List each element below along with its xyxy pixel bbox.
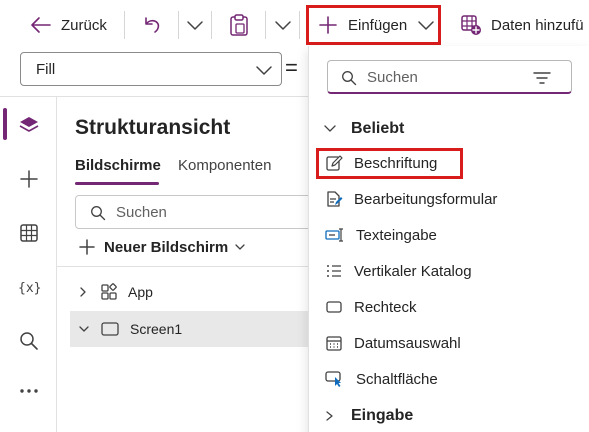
insert-item-text: Bearbeitungsformular [354,190,498,208]
equals-sign: = [285,55,298,80]
undo-icon [141,14,163,36]
new-screen-button[interactable]: Neuer Bildschirm [78,236,246,258]
rail-active-indicator [3,108,7,140]
undo-menu-button[interactable] [186,0,204,50]
group-header-popular[interactable]: Beliebt [323,117,404,141]
tree-view-layers-icon[interactable] [18,114,40,136]
more-options-icon[interactable] [18,380,40,402]
tab-components[interactable]: Komponenten [178,157,271,174]
insert-item-text: Vertikaler Katalog [354,262,472,280]
variables-icon[interactable]: {x} [18,276,41,298]
tree-view-title: Strukturansicht [75,116,231,139]
undo-button[interactable] [141,0,163,50]
tree-node-screen1[interactable]: Screen1 [70,311,310,347]
add-data-button[interactable]: Daten hinzufü [460,0,584,50]
insert-item-text: Texteingabe [356,226,437,244]
insert-item-text: Datumsauswahl [354,334,461,352]
tree-node-label: App [128,284,153,300]
property-value: Fill [36,61,56,78]
insert-search-input[interactable]: Suchen [327,60,572,94]
insert-item-vertical-gallery[interactable]: Vertikaler Katalog [325,257,472,285]
app-icon [100,283,118,301]
insert-flyout: Suchen Beliebt Beschriftung Bearbeitungs… [308,46,589,432]
back-button[interactable]: Zurück [30,0,107,50]
insert-item-date-picker[interactable]: Datumsauswahl [325,329,461,357]
chevron-down-icon [323,124,337,134]
toolbar-divider [265,11,266,39]
label-highlight-frame [316,148,463,179]
screen-icon [100,321,120,337]
tree-search-placeholder: Suchen [116,204,167,221]
tree-node-label: Screen1 [130,321,183,337]
table-add-icon [460,14,482,36]
add-data-label: Daten hinzufü [491,16,584,34]
command-bar: Zurück Einfügen Daten hinzufü [0,0,589,50]
text-input-icon [325,226,345,244]
search-icon [90,205,106,221]
insert-item-text: Rechteck [354,298,417,316]
insert-search-placeholder: Suchen [367,69,418,86]
tab-screens[interactable]: Bildschirme [75,157,161,174]
paste-menu-button[interactable] [274,0,292,50]
insert-item-edit-form[interactable]: Bearbeitungsformular [325,185,497,213]
property-dropdown[interactable]: Fill [20,52,282,86]
group-header-label: Eingabe [351,407,414,424]
group-header-label: Beliebt [351,120,405,137]
active-tab-indicator [75,182,159,185]
insert-item-button[interactable]: Schaltfläche [325,365,438,393]
toolbar-divider [124,11,125,39]
insert-item-rectangle[interactable]: Rechteck [325,293,417,321]
toolbar-divider [178,11,179,39]
tree-search-input[interactable]: Suchen [75,195,315,229]
button-icon [325,369,345,389]
tree-divider [57,266,308,267]
edit-form-icon [325,190,343,208]
chevron-right-icon [78,286,88,298]
chevron-right-icon [323,410,337,422]
filter-icon[interactable] [533,71,551,85]
arrow-left-icon [30,15,52,35]
data-table-icon[interactable] [18,222,40,244]
chevron-down-icon [234,243,246,251]
insert-highlight-frame [306,5,441,45]
date-picker-icon [325,334,343,352]
group-header-input[interactable]: Eingabe [323,404,413,428]
svg-text:{x}: {x} [18,281,41,296]
rectangle-icon [325,298,343,316]
plus-icon [78,238,96,256]
back-label: Zurück [61,16,107,34]
insert-item-text-input[interactable]: Texteingabe [325,221,437,249]
chevron-down-icon [186,19,204,31]
chevron-down-icon [274,19,292,31]
search-icon[interactable] [18,330,40,352]
new-screen-label: Neuer Bildschirm [104,238,229,256]
chevron-down-icon [255,64,273,76]
chevron-down-icon [78,324,90,334]
insert-item-text: Schaltfläche [356,370,438,388]
paste-button[interactable] [228,0,250,50]
toolbar-divider [211,11,212,39]
toolbar-divider [299,11,300,39]
tree-node-app[interactable]: App [70,274,310,310]
clipboard-icon [228,13,250,37]
vertical-gallery-icon [325,262,343,280]
search-icon [341,70,357,86]
insert-plus-icon[interactable] [18,168,40,190]
